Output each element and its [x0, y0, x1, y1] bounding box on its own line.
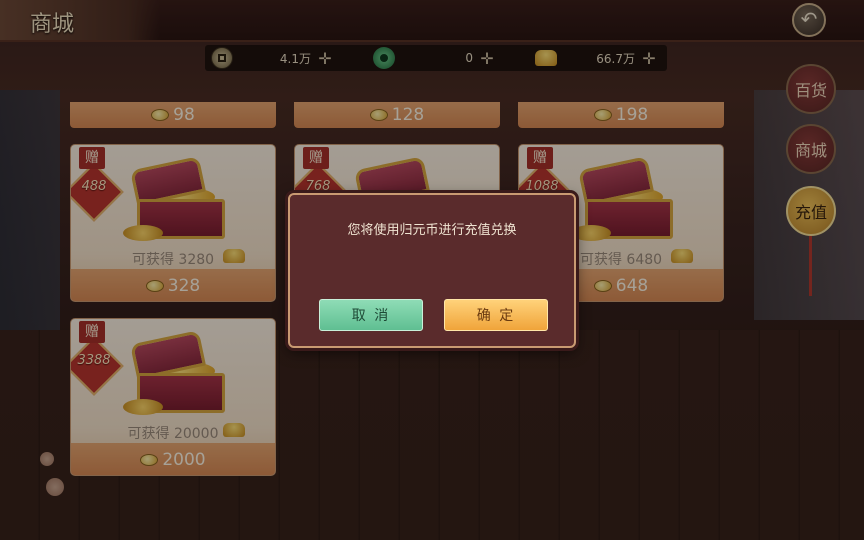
cancel-button[interactable]: 取 消: [319, 299, 423, 331]
dialog-message: 您将使用归元币进行充值兑换: [347, 223, 517, 238]
confirm-button[interactable]: 确 定: [444, 299, 548, 331]
confirm-dialog: 您将使用归元币进行充值兑换 取 消 确 定: [288, 193, 576, 348]
